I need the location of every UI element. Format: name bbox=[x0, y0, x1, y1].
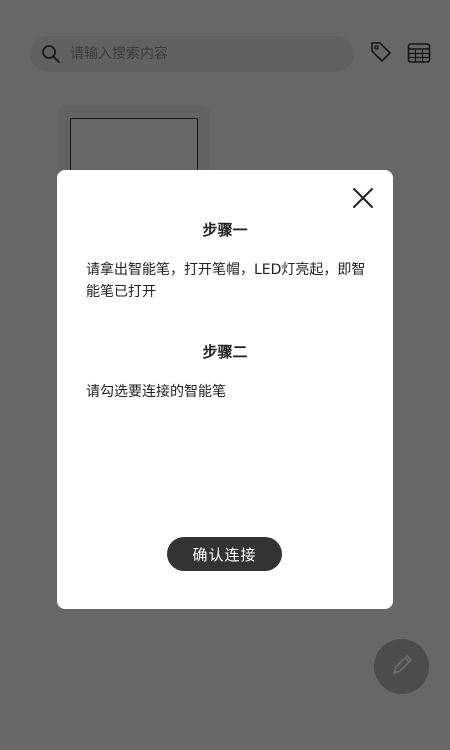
step-two-text: 请勾选要连接的智能笔 bbox=[86, 384, 226, 400]
step-one-text: 请拿出智能笔，打开笔帽，LED灯亮起，即智能笔已打开 bbox=[86, 262, 366, 300]
step-one-title: 步骤一 bbox=[202, 221, 248, 239]
step-two-title: 步骤二 bbox=[202, 343, 248, 361]
connect-pen-dialog: 步骤一 请拿出智能笔，打开笔帽，LED灯亮起，即智能笔已打开 步骤二 请勾选要连… bbox=[57, 170, 393, 609]
confirm-connect-button[interactable]: 确认连接 bbox=[167, 537, 282, 571]
close-button[interactable] bbox=[349, 186, 377, 214]
close-icon bbox=[352, 187, 374, 213]
